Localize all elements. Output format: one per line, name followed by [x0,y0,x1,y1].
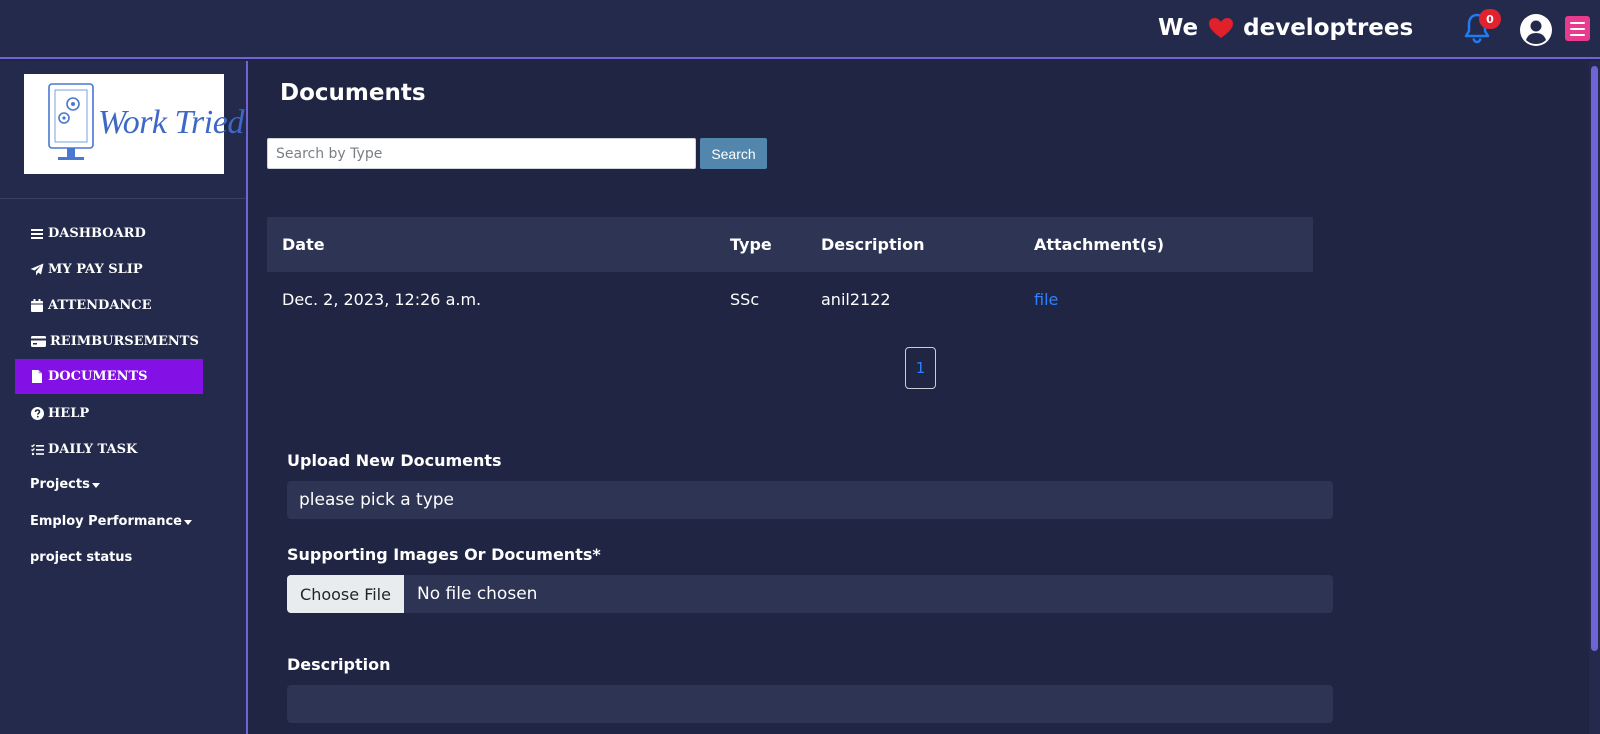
sidebar-item-label: Employ Performance [30,514,182,529]
brand-tagline: We developtrees [1158,10,1413,46]
supporting-files-label: Supporting Images Or Documents* [287,545,601,564]
heart-icon [1208,17,1234,39]
sidebar-item-project-status[interactable]: project status [15,540,203,575]
file-icon [30,370,44,384]
search-button[interactable]: Search [700,138,767,169]
sidebar-item-label: DASHBOARD [48,226,146,241]
sidebar-item-reimbursements[interactable]: REIMBURSEMENTS [15,324,203,359]
bars-icon [30,227,44,241]
cell-type: SSc [730,289,760,309]
sidebar-item-label: ATTENDANCE [48,298,152,313]
upload-type-label: Upload New Documents [287,451,502,470]
table-header: Date Type Description Attachment(s) [267,217,1313,272]
attachment-file-link[interactable]: file [1034,285,1058,313]
column-header-attachments: Attachment(s) [1034,235,1165,254]
calendar-icon [30,299,44,313]
sidebar-item-projects[interactable]: Projects [15,467,203,502]
pagination-page-1[interactable]: 1 [905,347,936,389]
menu-icon[interactable] [1565,16,1590,41]
sidebar-item-documents[interactable]: DOCUMENTS [15,359,203,394]
sidebar-item-label: MY PAY SLIP [48,262,143,277]
search-input[interactable] [267,138,696,169]
sidebar-item-attendance[interactable]: ATTENDANCE [15,288,203,323]
notification-count-badge: 0 [1479,9,1501,29]
credit-card-icon [30,335,46,349]
list-check-icon [30,443,44,457]
sidebar-item-label: project status [30,550,133,565]
document-type-value: please pick a type [299,490,455,510]
logo-text: Work Tried [98,104,244,141]
sidebar: Work Tried DASHBOARD MY PAY SLIP ATTENDA… [0,61,248,734]
sidebar-item-dashboard[interactable]: DASHBOARD [15,216,203,251]
page-scrollbar[interactable] [1589,61,1600,734]
top-navbar: We developtrees 0 [0,0,1600,59]
description-label: Description [287,655,391,674]
brand-prefix: We [1158,15,1199,41]
paper-plane-icon [30,263,44,277]
choose-file-button[interactable]: Choose File [287,575,404,613]
sidebar-item-my-pay-slip[interactable]: MY PAY SLIP [15,252,203,287]
file-upload-field[interactable]: Choose File No file chosen [287,575,1333,613]
question-circle-icon [30,407,44,421]
sidebar-item-label: REIMBURSEMENTS [50,334,199,349]
column-header-date: Date [282,235,325,254]
sidebar-item-label: DOCUMENTS [48,369,148,384]
company-logo[interactable]: Work Tried [24,74,244,174]
document-type-select[interactable]: please pick a type [287,481,1333,519]
sidebar-item-label: Projects [30,477,90,492]
column-header-description: Description [821,235,925,254]
sidebar-item-daily-task[interactable]: DAILY TASK [15,432,203,467]
sidebar-item-label: DAILY TASK [48,442,138,457]
caret-down-icon [183,520,192,525]
sidebar-item-employ-performance[interactable]: Employ Performance [15,504,203,539]
page-title: Documents [280,80,426,106]
user-circle-icon[interactable] [1519,13,1553,47]
scrollbar-thumb[interactable] [1591,66,1598,651]
description-textarea[interactable] [287,685,1333,723]
file-status-text: No file chosen [417,584,538,604]
cell-description: anil2122 [821,289,891,309]
brand-name: developtrees [1243,15,1414,41]
sidebar-item-help[interactable]: HELP [15,396,203,431]
sidebar-item-label: HELP [48,406,90,421]
sidebar-divider [0,198,246,199]
caret-down-icon [91,483,100,488]
column-header-type: Type [730,235,772,254]
cell-date: Dec. 2, 2023, 12:26 a.m. [282,289,482,309]
